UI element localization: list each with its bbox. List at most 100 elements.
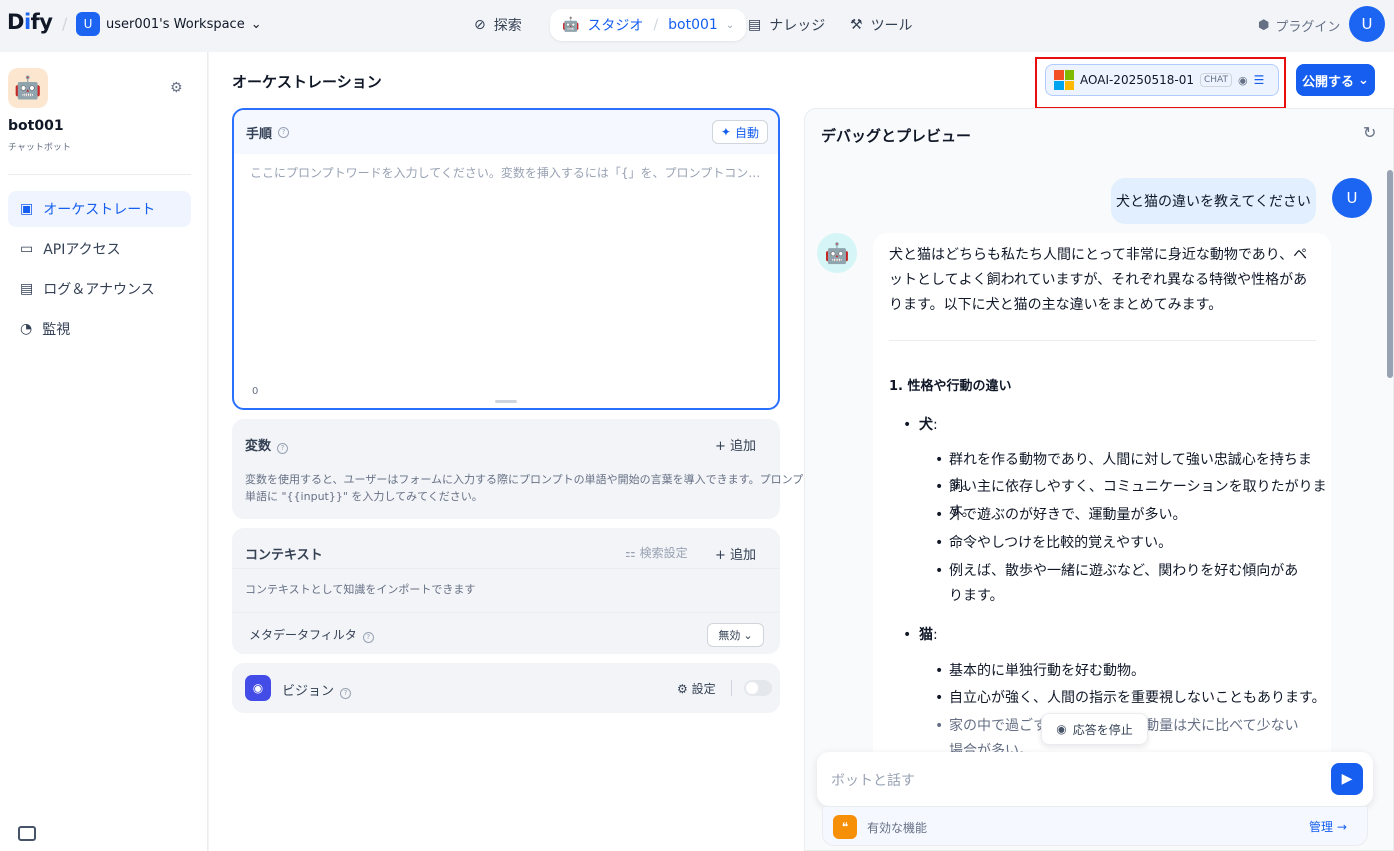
manage-link[interactable]: 管理 → xyxy=(1309,818,1347,835)
scrollbar[interactable] xyxy=(1387,170,1393,378)
help-icon[interactable]: ? xyxy=(278,126,290,138)
metadata-filter-select[interactable]: 無効 ⌄ xyxy=(707,623,764,647)
char-count: 0 xyxy=(252,386,259,397)
separator: / xyxy=(653,17,659,33)
page-title: オーケストレーション xyxy=(232,73,382,91)
sidebar-item-monitor[interactable]: ◔ 監視 xyxy=(8,311,191,347)
model-tag: CHAT xyxy=(1200,73,1233,87)
sidebar-item-api[interactable]: ▭ APIアクセス xyxy=(8,231,191,267)
arrow-right-icon: → xyxy=(1336,820,1347,834)
nav-studio[interactable]: 🤖 スタジオ / bot001 ⌄ xyxy=(550,9,747,41)
sidebar: 🤖 ⚙ bot001 チャットボット ▣ オーケストレート ▭ APIアクセス ▤ ロ… xyxy=(0,52,208,851)
bot-message: 犬と猫はどちらも私たち人間にとって非常に身近な動物であり、ペットとしてよく飼われ… xyxy=(873,233,1331,773)
divider xyxy=(8,174,191,175)
add-context-button[interactable]: + 追加 xyxy=(715,544,756,563)
microsoft-icon xyxy=(1054,70,1074,90)
send-icon: ▶ xyxy=(1341,771,1353,787)
model-name: AOAI-20250518-01 xyxy=(1080,73,1194,87)
sidebar-item-label: 監視 xyxy=(42,322,71,338)
publish-button[interactable]: 公開する ⌄ xyxy=(1296,64,1375,96)
select-value: 無効 xyxy=(718,629,741,642)
sidebar-item-logs[interactable]: ▤ ログ＆アナウンス xyxy=(8,271,191,307)
answer-heading: 1. 性格や行動の違い xyxy=(889,379,1012,394)
chat-input[interactable]: ボットと話す xyxy=(817,752,1373,806)
sidebar-item-label: ログ＆アナウンス xyxy=(43,282,155,298)
prompt-placeholder[interactable]: ここにプロンプトワードを入力してください。変数を挿入するには「{」を、プロンプト… xyxy=(234,154,778,191)
list-item: 犬: xyxy=(903,413,937,438)
prompt-header: 手順? ✦ 自動 xyxy=(234,110,778,154)
nav-knowledge-label: ナレッジ xyxy=(769,18,826,34)
list-item: 自立心が強く、人間の指示を重要視しないこともあります。 xyxy=(935,686,1326,711)
help-icon[interactable]: ? xyxy=(277,443,289,454)
metadata-filter-label: メタデータフィルタ? xyxy=(249,626,374,643)
cube-icon: ⬢ xyxy=(1258,18,1270,33)
layout-icon: ▣ xyxy=(20,201,34,217)
help-icon[interactable]: ? xyxy=(362,632,374,643)
top-bar: Dify / U user001's Workspace ⌄ ⊘ 探索 🤖 スタジオ… xyxy=(0,0,1394,50)
vision-title: ビジョン? xyxy=(282,680,352,699)
sidebar-item-orchestrate[interactable]: ▣ オーケストレート xyxy=(8,191,191,227)
nav-knowledge[interactable]: ▤ ナレッジ xyxy=(736,9,837,41)
stop-icon: ◉ xyxy=(1056,722,1067,736)
stop-response-button[interactable]: ◉ 応答を停止 xyxy=(1041,713,1148,745)
stop-label: 応答を停止 xyxy=(1072,722,1133,737)
plugins-link[interactable]: ⬢ プラグイン xyxy=(1258,16,1340,35)
add-label: 追加 xyxy=(730,548,757,563)
chevron-down-icon: ⌄ xyxy=(250,16,262,32)
vision-settings-button[interactable]: ⚙ 設定 xyxy=(677,680,716,697)
variables-title: 変数? xyxy=(245,435,289,454)
retrieval-settings-button[interactable]: ⚏ 検索設定 xyxy=(625,544,688,561)
collapse-sidebar-icon[interactable] xyxy=(18,826,36,841)
workspace-switcher[interactable]: U user001's Workspace ⌄ xyxy=(76,12,262,36)
list-item: 例えば、散歩や一緒に遊ぶなど、関わりを好む傾向があります。 xyxy=(935,559,1304,609)
hammer-icon: ⚒ xyxy=(850,17,863,33)
nav-tools[interactable]: ⚒ ツール xyxy=(838,9,925,41)
divider xyxy=(731,680,732,696)
publish-label: 公開する xyxy=(1302,74,1355,90)
vision-toggle[interactable] xyxy=(744,680,772,696)
user-avatar[interactable]: U xyxy=(1349,6,1385,42)
resize-handle[interactable] xyxy=(495,400,517,403)
settings-label: 設定 xyxy=(691,682,716,696)
workspace-name: user001's Workspace xyxy=(106,16,245,32)
search-label: 検索設定 xyxy=(639,546,688,560)
add-variable-button[interactable]: + 追加 xyxy=(715,435,756,454)
list-item: 猫: xyxy=(903,623,937,648)
app-breadcrumb[interactable]: bot001 xyxy=(668,17,718,33)
add-label: 追加 xyxy=(730,439,757,454)
help-icon[interactable]: ? xyxy=(340,688,352,699)
prompt-editor[interactable]: 手順? ✦ 自動 ここにプロンプトワードを入力してください。変数を挿入するには「{… xyxy=(232,108,780,410)
divider xyxy=(233,612,779,613)
chevron-down-icon: ⌄ xyxy=(1358,72,1369,88)
bot-avatar: 🤖 xyxy=(817,233,857,273)
eye-icon: ◉ xyxy=(1238,73,1248,87)
quote-icon: ❝ xyxy=(833,815,857,839)
send-button[interactable]: ▶ xyxy=(1331,763,1363,795)
app-type: チャットボット xyxy=(8,143,71,153)
nav-studio-label: スタジオ xyxy=(587,18,644,34)
list-item: 基本的に単独行動を好む動物。 xyxy=(935,659,1145,684)
gear-icon: ⚙ xyxy=(677,682,688,696)
plugins-label: プラグイン xyxy=(1275,20,1341,35)
sliders-icon[interactable]: ☰ xyxy=(1254,73,1265,87)
user-message: 犬と猫の違いを教えてください xyxy=(1111,178,1316,224)
model-selector[interactable]: AOAI-20250518-01 CHAT ◉ ☰ xyxy=(1045,64,1279,96)
list-item: 外で遊ぶのが好きで、運動量が多い。 xyxy=(935,503,1186,528)
refresh-icon[interactable]: ↻ xyxy=(1363,123,1376,142)
eye-icon: ◉ xyxy=(245,675,271,701)
divider: / xyxy=(62,14,68,33)
settings-sliders-icon[interactable]: ⚙ xyxy=(170,80,183,96)
dify-logo[interactable]: Dify xyxy=(7,10,53,34)
auto-generate-button[interactable]: ✦ 自動 xyxy=(711,120,768,144)
divider xyxy=(233,568,779,569)
context-desc: コンテキストとして知識をインポートできます xyxy=(245,583,476,596)
chevron-down-icon: ⌄ xyxy=(725,19,735,31)
variables-desc: 変数を使用すると、ユーザーはフォームに入力する際にプロンプトの単語や開始の言葉を… xyxy=(245,473,826,503)
features-bar: ❝ 有効な機能 管理 → xyxy=(822,806,1368,846)
sparkle-icon: ✦ xyxy=(720,125,731,139)
sidebar-item-label: オーケストレート xyxy=(43,202,156,218)
nav-explore[interactable]: ⊘ 探索 xyxy=(462,9,534,41)
workspace-avatar: U xyxy=(76,12,100,36)
divider xyxy=(889,340,1316,341)
nav-explore-label: 探索 xyxy=(493,18,522,34)
